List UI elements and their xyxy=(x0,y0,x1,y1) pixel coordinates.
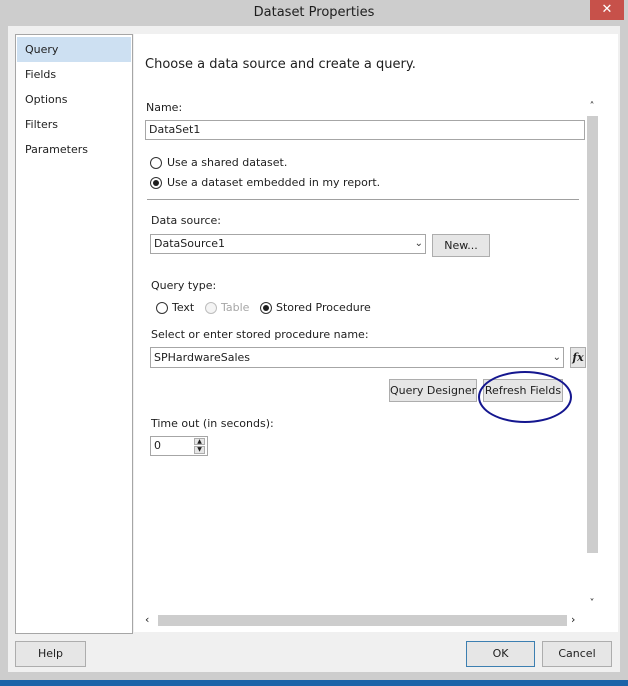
help-button[interactable]: Help xyxy=(15,641,86,667)
datasource-label: Data source: xyxy=(151,214,221,227)
nav-item-fields[interactable]: Fields xyxy=(17,62,131,87)
query-designer-button[interactable]: Query Designer... xyxy=(389,379,477,402)
new-datasource-button[interactable]: New... xyxy=(432,234,490,257)
horizontal-scroll-thumb[interactable] xyxy=(158,615,567,626)
cancel-button[interactable]: Cancel xyxy=(542,641,612,667)
stored-procedure-select[interactable]: SPHardwareSales ⌄ xyxy=(150,347,564,368)
stepper-down-icon[interactable]: ▼ xyxy=(194,446,205,454)
nav-item-query[interactable]: Query xyxy=(17,37,131,62)
ok-button[interactable]: OK xyxy=(466,641,535,667)
nav-item-label: Fields xyxy=(25,68,57,81)
nav-item-options[interactable]: Options xyxy=(17,87,131,112)
name-label: Name: xyxy=(146,101,183,114)
scroll-up-icon[interactable]: ˄ xyxy=(586,100,598,114)
stepper-up-icon[interactable]: ▲ xyxy=(194,438,205,445)
scroll-left-icon[interactable]: ‹ xyxy=(145,613,157,627)
window-frame-left xyxy=(0,26,8,680)
shared-dataset-radio[interactable] xyxy=(150,157,162,169)
close-icon: ✕ xyxy=(601,2,613,17)
expression-fx-button[interactable]: fx xyxy=(570,347,586,368)
timeout-label: Time out (in seconds): xyxy=(151,417,274,430)
shared-dataset-label: Use a shared dataset. xyxy=(167,156,288,169)
querytype-label: Query type: xyxy=(151,279,217,292)
window-frame-right xyxy=(620,26,628,680)
window-title: Dataset Properties xyxy=(253,5,375,20)
querytype-stored-procedure-label: Stored Procedure xyxy=(276,301,371,314)
divider xyxy=(147,199,579,200)
querytype-text-label: Text xyxy=(172,301,195,314)
querytype-text-radio[interactable] xyxy=(156,302,168,314)
datasource-select[interactable]: DataSource1 ⌄ xyxy=(150,234,426,254)
querytype-table-radio xyxy=(205,302,217,314)
chevron-down-icon: ⌄ xyxy=(552,352,561,363)
embedded-dataset-radio[interactable] xyxy=(150,177,162,189)
nav-item-filters[interactable]: Filters xyxy=(17,112,131,137)
querytype-stored-procedure-radio[interactable] xyxy=(260,302,272,314)
name-field[interactable]: DataSet1 xyxy=(145,120,585,140)
vertical-scroll-thumb[interactable] xyxy=(587,116,598,553)
fx-icon: fx xyxy=(572,351,584,364)
page-title: Choose a data source and create a query. xyxy=(145,57,416,72)
stored-procedure-label: Select or enter stored procedure name: xyxy=(151,328,369,341)
window-frame-bottom xyxy=(0,672,628,680)
nav-pane: Query Fields Options Filters Parameters xyxy=(15,34,133,634)
embedded-dataset-label: Use a dataset embedded in my report. xyxy=(167,176,381,189)
nav-item-label: Parameters xyxy=(25,143,88,156)
scroll-down-icon[interactable]: ˅ xyxy=(586,597,598,611)
timeout-value: 0 xyxy=(154,439,161,452)
close-button[interactable]: ✕ xyxy=(590,0,624,20)
chevron-down-icon: ⌄ xyxy=(414,238,423,249)
scroll-right-icon[interactable]: › xyxy=(571,613,583,627)
nav-item-label: Options xyxy=(25,93,68,106)
nav-item-label: Query xyxy=(25,43,59,56)
stored-procedure-value: SPHardwareSales xyxy=(154,351,251,364)
nav-item-label: Filters xyxy=(25,118,58,131)
annotation-circle xyxy=(478,371,572,423)
taskbar-strip xyxy=(0,680,628,686)
querytype-table-label: Table xyxy=(221,301,250,314)
datasource-value: DataSource1 xyxy=(154,237,226,250)
nav-item-parameters[interactable]: Parameters xyxy=(17,137,131,162)
